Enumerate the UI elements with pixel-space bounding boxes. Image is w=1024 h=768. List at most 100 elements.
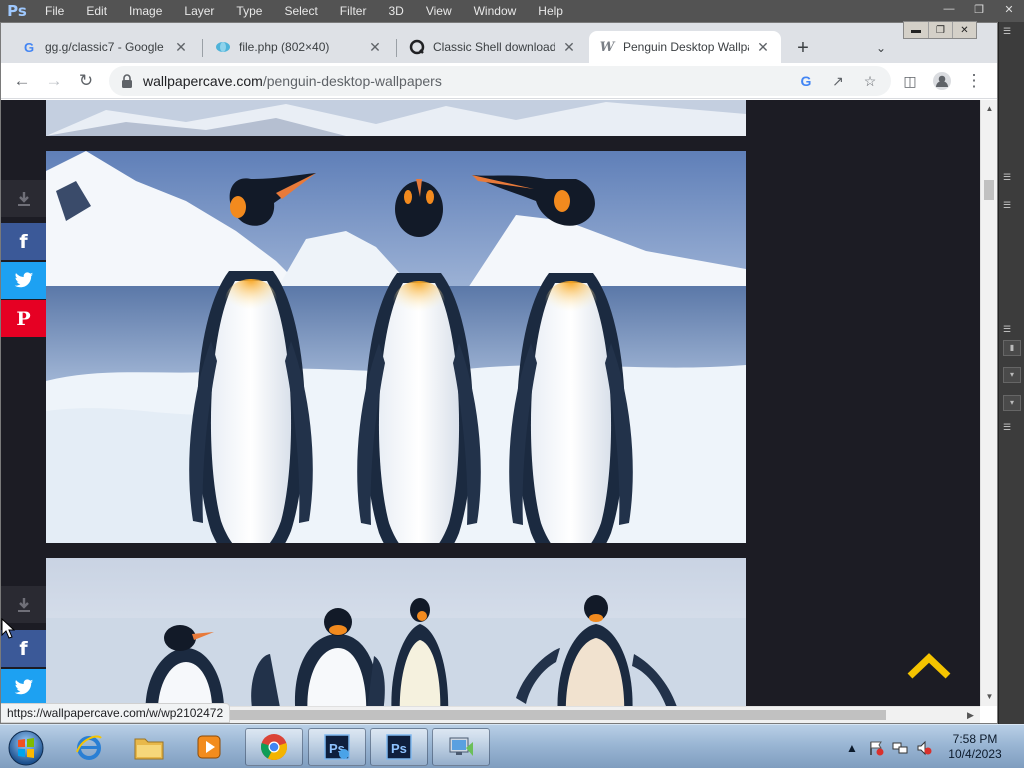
scrollbar-thumb[interactable] (984, 180, 994, 200)
facebook-icon: f (19, 230, 28, 253)
close-icon[interactable]: ✕ (755, 39, 771, 55)
tab-strip: G gg.g/classic7 - Google S ✕ file.php (8… (1, 21, 997, 63)
wallpaper-thumbnail[interactable] (46, 100, 746, 136)
clock-date: 10/4/2023 (948, 747, 1002, 761)
vertical-scrollbar[interactable]: ▲ ▼ (980, 100, 997, 706)
network-tool-icon[interactable] (432, 728, 490, 766)
tab-classic-shell[interactable]: Classic Shell download f ✕ (399, 31, 587, 63)
panel-dropdown-icon[interactable]: ▾ (1003, 395, 1021, 411)
photoshop-window-controls: — ❐ ✕ (934, 0, 1024, 18)
start-button[interactable] (4, 727, 48, 767)
ps-restore-icon[interactable]: ❐ (964, 0, 994, 18)
file-explorer-icon[interactable] (120, 728, 178, 766)
download-icon (17, 597, 30, 612)
close-icon[interactable]: ✕ (173, 39, 189, 55)
share-icon[interactable]: ↗ (828, 71, 848, 91)
new-tab-button[interactable]: + (791, 36, 815, 60)
url-text[interactable]: wallpapercave.com/penguin-desktop-wallpa… (143, 73, 442, 89)
twitter-share-button[interactable] (1, 669, 46, 706)
scroll-up-icon[interactable]: ▲ (985, 104, 994, 113)
clock-time: 7:58 PM (952, 732, 998, 746)
penguin-wallpaper-image[interactable] (46, 151, 746, 543)
taskbar: Ps Ps ▲ 7:58 PM 10/4/2023 (0, 724, 1024, 768)
panel-dropdown-icon[interactable]: ▾ (1003, 367, 1021, 383)
globe-icon (215, 39, 231, 55)
ps-menu-select[interactable]: Select (273, 4, 328, 18)
panel-menu-icon[interactable]: ☰ (1003, 172, 1021, 182)
tab-google[interactable]: G gg.g/classic7 - Google S ✕ (11, 31, 199, 63)
close-icon[interactable]: ✕ (561, 39, 577, 55)
facebook-share-button[interactable]: f (1, 223, 46, 260)
tab-title: Penguin Desktop Wallpa (623, 40, 749, 54)
download-icon (17, 191, 30, 206)
system-tray: ▲ 7:58 PM 10/4/2023 (842, 725, 1024, 768)
url-path: /penguin-desktop-wallpapers (262, 73, 442, 89)
ps-menu-image[interactable]: Image (118, 4, 173, 18)
tab-title: Classic Shell download f (433, 40, 555, 54)
close-window-icon[interactable]: ✕ (952, 22, 976, 38)
google-lens-icon[interactable]: G (796, 71, 816, 91)
ps-minimize-icon[interactable]: — (934, 0, 964, 18)
panel-menu-icon[interactable]: ☰ (1003, 422, 1021, 432)
status-url-bubble: https://wallpapercave.com/w/wp2102472 (1, 703, 231, 723)
internet-explorer-icon[interactable] (60, 728, 118, 766)
photoshop-icon[interactable]: Ps (370, 728, 428, 766)
ps-menu-window[interactable]: Window (463, 4, 528, 18)
chrome-icon[interactable] (245, 728, 303, 766)
ps-menu-3d[interactable]: 3D (377, 4, 414, 18)
chrome-window: G gg.g/classic7 - Google S ✕ file.php (8… (0, 21, 998, 724)
wallpapercave-icon: W (599, 39, 615, 55)
side-panel-icon[interactable]: ◫ (898, 69, 922, 93)
panel-menu-icon[interactable]: ☰ (1003, 200, 1021, 210)
scroll-down-icon[interactable]: ▼ (985, 692, 994, 701)
scroll-right-icon[interactable]: ▶ (967, 710, 974, 721)
ps-menu-type[interactable]: Type (225, 4, 273, 18)
lock-icon (122, 74, 132, 88)
tab-penguin-wallpapers[interactable]: W Penguin Desktop Wallpa ✕ (589, 31, 781, 63)
pinterest-share-button[interactable]: P (1, 300, 46, 337)
volume-muted-icon[interactable] (916, 740, 932, 756)
reload-icon[interactable]: ↻ (74, 69, 98, 93)
wallpaper-thumbnail[interactable] (46, 558, 746, 706)
show-hidden-icons-icon[interactable]: ▲ (844, 740, 860, 756)
forward-icon[interactable]: → (42, 69, 66, 93)
ps-menu-edit[interactable]: Edit (75, 4, 118, 18)
ps-menu-help[interactable]: Help (527, 4, 574, 18)
scroll-to-top-button[interactable] (906, 652, 952, 682)
media-player-icon[interactable] (180, 728, 238, 766)
address-bar[interactable]: wallpapercave.com/penguin-desktop-wallpa… (109, 66, 891, 96)
ps-menu-layer[interactable]: Layer (173, 4, 225, 18)
twitter-share-button[interactable] (1, 262, 46, 299)
bookmark-star-icon[interactable]: ☆ (860, 71, 880, 91)
system-clock[interactable]: 7:58 PM 10/4/2023 (940, 732, 1010, 762)
page-viewport: f P f (1, 100, 980, 706)
ps-menu-file[interactable]: File (34, 4, 75, 18)
twitter-icon (14, 272, 33, 288)
panel-menu-icon[interactable]: ☰ (1003, 324, 1021, 334)
tab-title: gg.g/classic7 - Google S (45, 40, 167, 54)
url-domain: wallpapercave.com (143, 73, 263, 89)
panel-menu-icon[interactable]: ☰ (1003, 26, 1021, 36)
browser-toolbar: ← → ↻ wallpapercave.com/penguin-desktop-… (1, 63, 997, 99)
ps-menu-view[interactable]: View (415, 4, 463, 18)
photoshop-icon[interactable]: Ps (308, 728, 366, 766)
photoshop-menubar: Ps File Edit Image Layer Type Select Fil… (0, 0, 1024, 22)
facebook-icon: f (19, 637, 28, 660)
action-center-flag-icon[interactable] (868, 740, 884, 756)
mouse-cursor-icon (1, 618, 15, 639)
ps-menu-filter[interactable]: Filter (329, 4, 378, 18)
photoshop-label: Ps (391, 741, 407, 756)
close-icon[interactable]: ✕ (367, 39, 383, 55)
restore-icon[interactable]: ❐ (928, 22, 952, 38)
panel-slider-icon[interactable]: ▮ (1003, 340, 1021, 356)
profile-avatar-icon[interactable] (930, 69, 954, 93)
chevron-down-icon[interactable]: ⌄ (869, 36, 893, 60)
tab-file-php[interactable]: file.php (802×40) ✕ (205, 31, 393, 63)
minimize-icon[interactable]: ▬ (904, 22, 928, 38)
back-icon[interactable]: ← (10, 69, 34, 93)
network-icon[interactable] (892, 740, 908, 756)
download-button[interactable] (1, 180, 46, 217)
pinterest-icon: P (16, 307, 31, 330)
kebab-menu-icon[interactable]: ⋮ (962, 69, 986, 93)
ps-close-icon[interactable]: ✕ (994, 0, 1024, 18)
